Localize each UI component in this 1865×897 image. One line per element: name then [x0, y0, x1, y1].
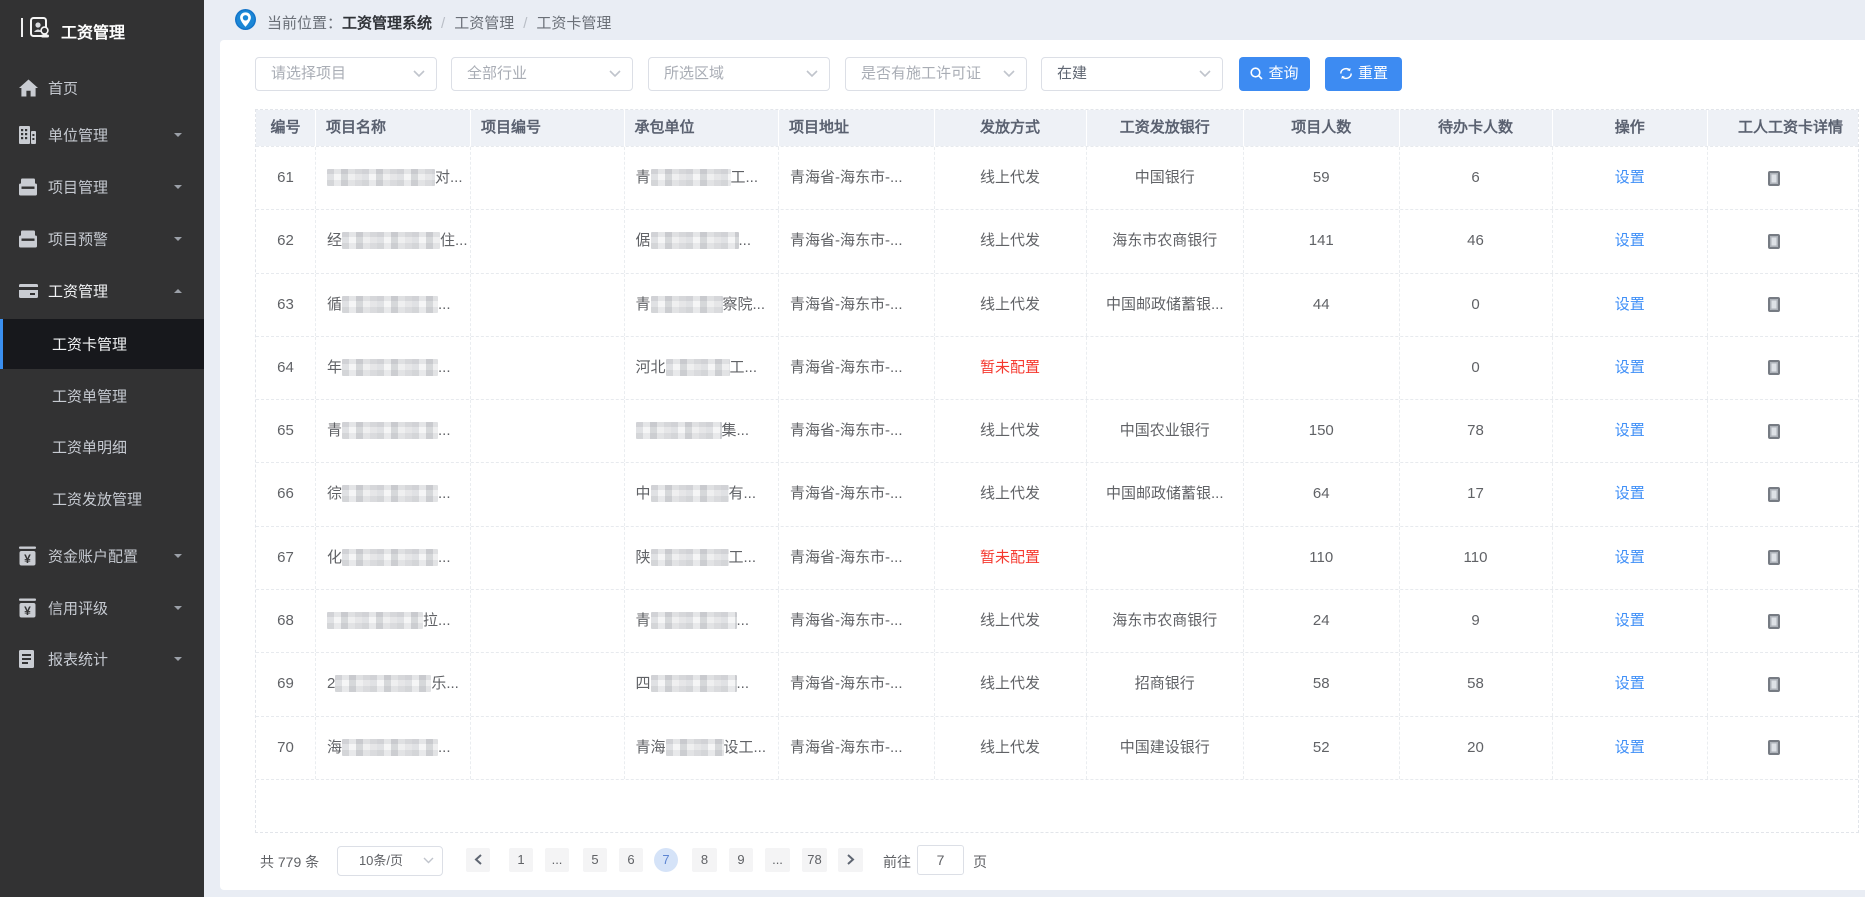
- svg-text:¥: ¥: [24, 604, 31, 618]
- svg-text:¥: ¥: [24, 552, 31, 566]
